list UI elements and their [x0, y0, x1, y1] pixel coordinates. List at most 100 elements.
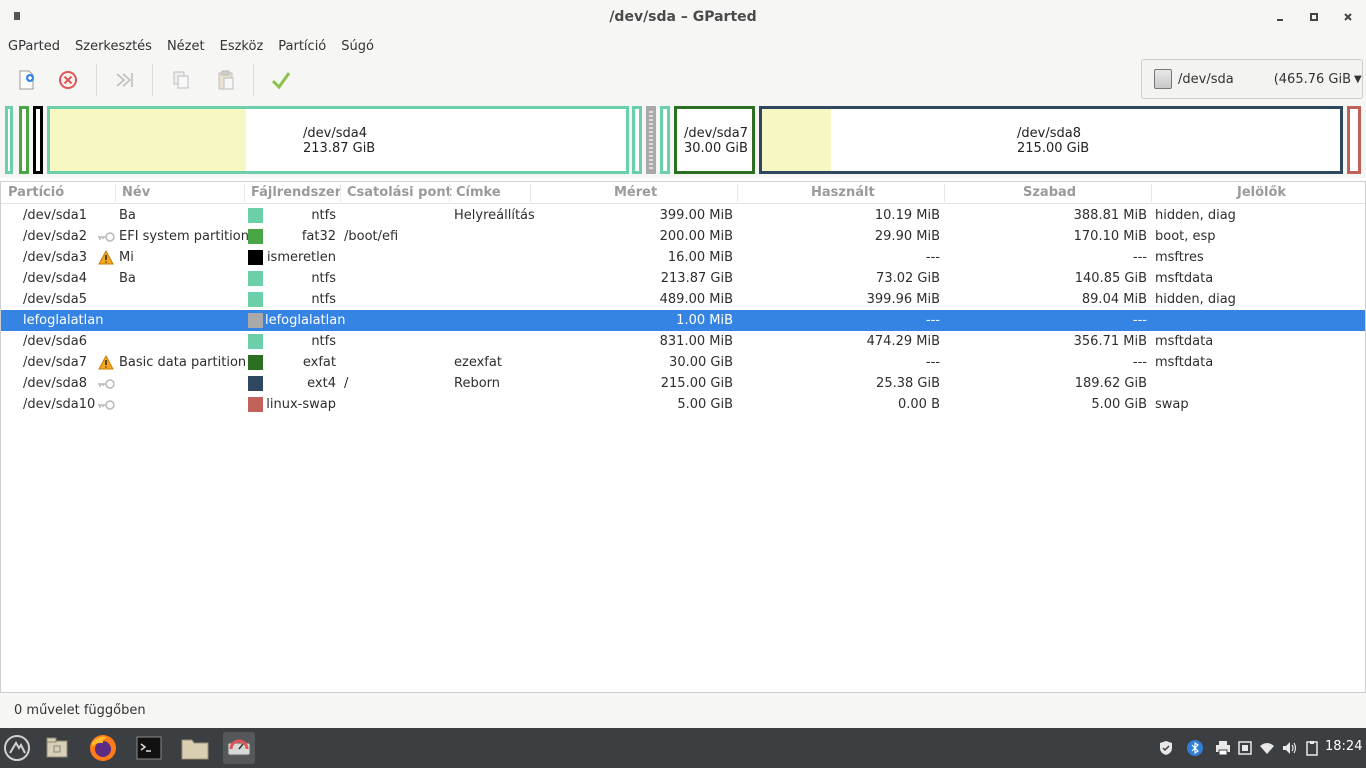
menu-partition[interactable]: Partíció: [278, 39, 326, 54]
column-divider: [115, 184, 116, 202]
column-divider: [530, 184, 531, 202]
partition-block-size: 30.00 GiB: [684, 141, 748, 156]
cell-partition: /dev/sda10: [23, 397, 96, 412]
close-button[interactable]: [1337, 6, 1359, 28]
column-name[interactable]: Név: [122, 185, 150, 200]
table-row[interactable]: /dev/sda1 Ba ntfs Helyreállítás 399.00 MiB 10…: [1, 205, 1365, 226]
copy-icon: [173, 71, 189, 89]
device-selector[interactable]: /dev/sda (465.76 GiB ▼: [1141, 59, 1363, 99]
table-row[interactable]: /dev/sda10 linux-swap 5.00 GiB 0.00 B 5.00 G…: [1, 394, 1365, 415]
folder-button[interactable]: [179, 732, 211, 764]
menu-help[interactable]: Súgó: [341, 39, 374, 54]
cell-filesystem: linux-swap: [266, 397, 336, 412]
partition-block-sda6[interactable]: [660, 106, 670, 174]
column-size[interactable]: Méret: [614, 185, 657, 200]
device-name: /dev/sda: [1178, 71, 1234, 87]
cell-partition: lefoglalatlan: [23, 313, 104, 328]
partition-block-name: /dev/sda4: [303, 126, 367, 141]
security-tray[interactable]: [1158, 740, 1174, 756]
firefox-icon: [90, 735, 116, 761]
warning-icon: [97, 250, 115, 265]
menu-edit[interactable]: Szerkesztés: [75, 39, 152, 54]
terminal-button[interactable]: [133, 732, 165, 764]
table-row[interactable]: /dev/sda2 EFI system partition fat32/boot/…: [1, 226, 1365, 247]
column-filesystem[interactable]: Fájlrendszer: [251, 185, 341, 200]
maximize-button[interactable]: [1303, 6, 1325, 28]
copy-button[interactable]: [165, 64, 197, 96]
paste-icon: [218, 70, 234, 90]
disk-icon: [1154, 69, 1172, 89]
toolbar-separator: [152, 64, 153, 96]
column-label[interactable]: Címke: [456, 185, 501, 200]
partition-block-sda1[interactable]: [5, 106, 13, 174]
partition-block-sda4[interactable]: /dev/sda4 213.87 GiB: [47, 106, 629, 174]
cell-name: Ba: [119, 208, 136, 223]
cell-used: 25.38 GiB: [876, 376, 940, 391]
unallocated-block[interactable]: [646, 106, 656, 174]
filesystem-color-swatch: [248, 355, 263, 370]
cell-size: 1.00 MiB: [676, 313, 733, 328]
column-mountpoint[interactable]: Csatolási pont: [347, 185, 452, 200]
table-row[interactable]: /dev/sda4 Ba ntfs 213.87 GiB 73.02 GiB 140.85…: [1, 268, 1365, 289]
cell-flags: boot, esp: [1155, 229, 1216, 244]
cell-size: 5.00 GiB: [677, 397, 733, 412]
column-used[interactable]: Használt: [811, 185, 875, 200]
gparted-button[interactable]: [223, 732, 255, 764]
cell-flags: hidden, diag: [1155, 292, 1236, 307]
menu-gparted[interactable]: GParted: [8, 39, 60, 54]
partition-block-size: 215.00 GiB: [1017, 141, 1090, 156]
column-free[interactable]: Szabad: [1023, 185, 1076, 200]
partition-block-sda3[interactable]: [33, 106, 43, 174]
printer-tray[interactable]: [1215, 740, 1231, 756]
paste-button[interactable]: [210, 64, 242, 96]
menu-device[interactable]: Eszköz: [220, 39, 264, 54]
table-row[interactable]: /dev/sda7 Basic data partition exfat ezexfa…: [1, 352, 1365, 373]
partition-block-sda2[interactable]: [19, 106, 29, 174]
app-menu-button[interactable]: [1, 732, 33, 764]
table-row[interactable]: lefoglalatlan lefoglalatlan 1.00 MiB --- ---: [1, 310, 1365, 331]
volume-tray[interactable]: [1281, 740, 1297, 756]
filesystem-color-swatch: [248, 334, 263, 349]
table-row[interactable]: /dev/sda6 ntfs 831.00 MiB 474.29 MiB 356.71 …: [1, 331, 1365, 352]
firefox-button[interactable]: [87, 732, 119, 764]
clipboard-tray[interactable]: [1304, 740, 1320, 756]
partition-block-sda8[interactable]: /dev/sda8 215.00 GiB: [759, 106, 1343, 174]
filesystem-color-swatch: [248, 208, 263, 223]
resize-move-button[interactable]: [108, 64, 140, 96]
partition-block-sda7[interactable]: /dev/sda7 30.00 GiB: [674, 106, 755, 174]
partition-block-sda10[interactable]: [1347, 106, 1361, 174]
menu-view[interactable]: Nézet: [167, 39, 205, 54]
cell-label: ezexfat: [454, 355, 502, 370]
battery-icon: [1238, 741, 1252, 755]
cell-filesystem: ntfs: [311, 208, 336, 223]
file-manager-button[interactable]: [41, 732, 73, 764]
filesystem-color-swatch: [248, 229, 263, 244]
cell-partition: /dev/sda8: [23, 376, 87, 391]
filesystem-color-swatch: [248, 292, 263, 307]
table-row[interactable]: /dev/sda5 ntfs 489.00 MiB 399.96 MiB 89.04 M…: [1, 289, 1365, 310]
cell-partition: /dev/sda4: [23, 271, 87, 286]
wifi-icon: [1260, 743, 1274, 754]
column-flags[interactable]: Jelölők: [1237, 185, 1286, 200]
cell-used: 0.00 B: [898, 397, 940, 412]
partition-block-label: /dev/sda8 215.00 GiB: [1017, 126, 1089, 156]
bluetooth-tray[interactable]: [1187, 740, 1203, 756]
wifi-tray[interactable]: [1259, 740, 1275, 756]
apply-button[interactable]: [265, 64, 297, 96]
filesystem-color-swatch: [248, 397, 263, 412]
column-divider: [449, 184, 450, 202]
column-divider: [244, 184, 245, 202]
table-row[interactable]: /dev/sda8 ext4 / Reborn 215.00 GiB 25.38 GiB 1…: [1, 373, 1365, 394]
cell-used: ---: [925, 355, 940, 370]
new-partition-button[interactable]: [10, 64, 42, 96]
window-menu-icon[interactable]: [14, 12, 20, 20]
minimize-button[interactable]: [1269, 6, 1291, 28]
table-row[interactable]: /dev/sda3 Mi ismeretlen 16.00 MiB --- --- msft…: [1, 247, 1365, 268]
partition-block-sda5[interactable]: [632, 106, 642, 174]
pending-operations-text: 0 művelet függőben: [14, 703, 146, 718]
delete-partition-button[interactable]: [52, 64, 84, 96]
clock[interactable]: 18:24: [1325, 739, 1362, 754]
battery-tray[interactable]: [1237, 740, 1253, 756]
cell-free: ---: [1132, 313, 1147, 328]
column-partition[interactable]: Partíció: [8, 185, 64, 200]
